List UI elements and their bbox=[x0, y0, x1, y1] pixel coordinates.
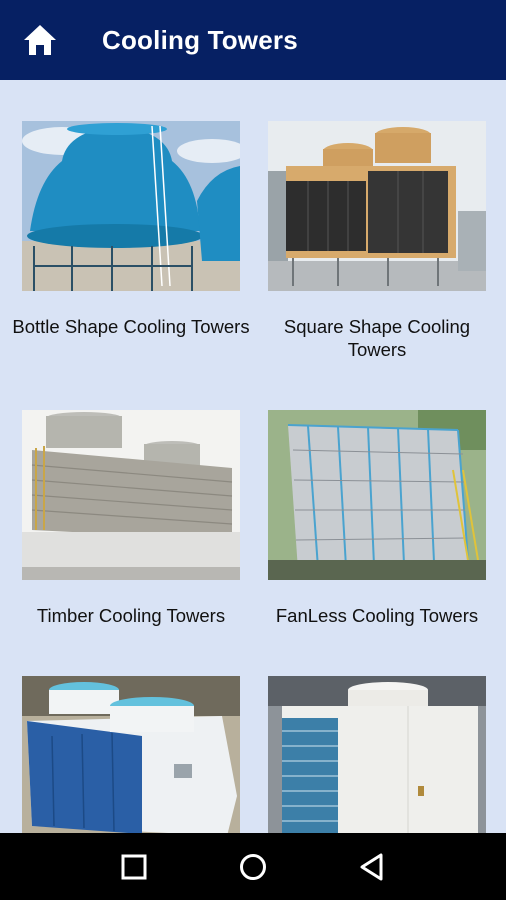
system-nav-bar bbox=[0, 833, 506, 900]
back-button[interactable] bbox=[342, 842, 402, 892]
bottle-tower-image bbox=[22, 121, 240, 291]
product-name: FanLess Cooling Towers bbox=[275, 605, 479, 626]
home-nav-button[interactable] bbox=[223, 842, 283, 892]
product-card-fanless[interactable]: FanLess Cooling Towers bbox=[257, 410, 497, 627]
back-triangle-icon bbox=[360, 853, 383, 880]
home-circle-icon bbox=[239, 853, 266, 880]
product-name: Timber Cooling Towers bbox=[36, 605, 226, 626]
product-name: Bottle Shape Cooling Towers bbox=[12, 316, 250, 337]
product-card-crossflow[interactable] bbox=[257, 676, 497, 833]
recents-square-icon bbox=[121, 854, 147, 879]
app-bar: Cooling Towers bbox=[0, 0, 506, 80]
crossflow-tower-image bbox=[268, 676, 486, 833]
timber-tower-image bbox=[22, 410, 240, 580]
product-card-square-shape[interactable]: Square Shape Cooling Towers bbox=[257, 121, 497, 361]
product-name: Square Shape Cooling Towers bbox=[283, 316, 471, 360]
frp-tower-image bbox=[22, 676, 240, 833]
recents-button[interactable] bbox=[104, 842, 164, 892]
fanless-tower-image bbox=[268, 410, 486, 580]
product-card-bottle-shape[interactable]: Bottle Shape Cooling Towers bbox=[11, 121, 251, 338]
home-button[interactable] bbox=[10, 10, 70, 70]
page-title: Cooling Towers bbox=[102, 24, 298, 55]
product-grid: Bottle Shape Cooling Towers Square Shape… bbox=[0, 80, 506, 833]
product-card-timber[interactable]: Timber Cooling Towers bbox=[11, 410, 251, 627]
product-card-frp[interactable] bbox=[11, 676, 251, 833]
square-tower-image bbox=[268, 121, 486, 291]
home-icon bbox=[24, 25, 56, 55]
